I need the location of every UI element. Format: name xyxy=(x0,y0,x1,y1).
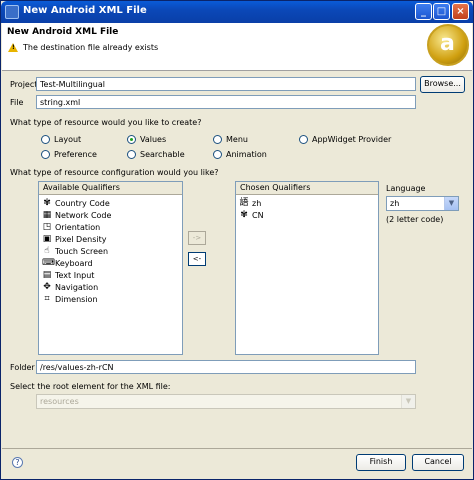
wizard-header: New Android XML File ! The destination f… xyxy=(2,23,472,71)
language-combo[interactable]: zh ▼ xyxy=(386,196,459,211)
list-item[interactable]: 語 zh xyxy=(239,197,261,209)
radio-animation[interactable]: Animation xyxy=(213,148,267,160)
navigation-icon: ✥ xyxy=(43,282,51,292)
title-bar[interactable]: New Android XML File _ □ × xyxy=(1,1,473,23)
list-item[interactable]: ◳ Orientation xyxy=(42,221,100,233)
available-qualifiers-header: Available Qualifiers xyxy=(39,182,182,195)
radio-preference[interactable]: Preference xyxy=(41,148,97,160)
radio-indicator[interactable] xyxy=(41,149,50,159)
close-button[interactable]: × xyxy=(452,3,469,20)
add-qualifier-button[interactable]: -> xyxy=(188,231,206,245)
config-question: What type of resource configuration woul… xyxy=(10,168,219,177)
keyboard-icon: ⌨ xyxy=(42,258,55,268)
chosen-qualifiers-header: Chosen Qualifiers xyxy=(236,182,378,195)
project-label: Project xyxy=(10,80,38,89)
list-item[interactable]: ☝ Touch Screen xyxy=(42,245,108,257)
available-qualifiers-list[interactable]: Available Qualifiers ✾ Country Code ▦ Netw… xyxy=(38,181,183,355)
root-element-label: Select the root element for the XML file… xyxy=(10,382,171,391)
text-input-icon: ▤ xyxy=(42,270,52,280)
dialog-window: New Android XML File _ □ × New Android X… xyxy=(0,0,474,480)
language-icon: 語 xyxy=(239,198,249,208)
touchscreen-icon: ☝ xyxy=(44,246,50,256)
maximize-button[interactable]: □ xyxy=(433,3,450,20)
radio-values[interactable]: Values xyxy=(127,133,166,145)
orientation-icon: ◳ xyxy=(42,222,52,232)
radio-indicator[interactable] xyxy=(213,149,222,159)
list-item[interactable]: ▦ Network Code xyxy=(42,209,112,221)
minimize-button[interactable]: _ xyxy=(415,3,432,20)
language-label: Language xyxy=(386,184,426,193)
window-title: New Android XML File xyxy=(23,5,147,16)
list-item[interactable]: ✾ CN xyxy=(239,209,263,221)
chevron-down-icon[interactable]: ▼ xyxy=(444,197,458,210)
footer-divider xyxy=(2,448,472,449)
radio-indicator-selected[interactable] xyxy=(127,134,136,144)
radio-layout[interactable]: Layout xyxy=(41,133,81,145)
cancel-button[interactable]: Cancel xyxy=(412,454,464,471)
remove-qualifier-button[interactable]: <- xyxy=(188,252,206,266)
chosen-qualifiers-list[interactable]: Chosen Qualifiers 語 zh ✾ CN xyxy=(235,181,379,355)
density-icon: ▣ xyxy=(42,234,52,244)
globe-icon: ✾ xyxy=(240,210,248,220)
wizard-message: The destination file already exists xyxy=(23,43,159,52)
wizard-title: New Android XML File xyxy=(7,27,119,37)
browse-button[interactable]: Browse... xyxy=(420,76,465,93)
project-field[interactable]: Test-Multilingual xyxy=(36,77,416,91)
file-label: File xyxy=(10,98,24,107)
folder-field[interactable]: /res/values-zh-rCN xyxy=(36,360,416,374)
language-hint: (2 letter code) xyxy=(386,215,444,224)
list-item[interactable]: ⌗ Dimension xyxy=(42,293,97,305)
list-item[interactable]: ✥ Navigation xyxy=(42,281,98,293)
globe-icon: ✾ xyxy=(43,198,51,208)
language-value: zh xyxy=(390,199,400,208)
root-element-value: resources xyxy=(40,397,79,406)
list-item[interactable]: ▣ Pixel Density xyxy=(42,233,107,245)
radio-menu[interactable]: Menu xyxy=(213,133,248,145)
radio-indicator[interactable] xyxy=(299,134,308,144)
network-icon: ▦ xyxy=(42,210,52,220)
root-element-combo: resources ▼ xyxy=(36,394,416,409)
list-item[interactable]: ⌨ Keyboard xyxy=(42,257,93,269)
list-item[interactable]: ▤ Text Input xyxy=(42,269,95,281)
radio-searchable[interactable]: Searchable xyxy=(127,148,185,160)
resource-question: What type of resource would you like to … xyxy=(10,118,202,127)
eclipse-app-icon xyxy=(5,5,19,19)
warning-icon: ! xyxy=(8,43,18,52)
help-icon[interactable]: ? xyxy=(12,457,23,468)
radio-indicator[interactable] xyxy=(127,149,136,159)
list-item[interactable]: ✾ Country Code xyxy=(42,197,110,209)
android-wizard-logo: a xyxy=(427,24,469,66)
radio-appwidget-provider[interactable]: AppWidget Provider xyxy=(299,133,391,145)
radio-indicator[interactable] xyxy=(41,134,50,144)
chevron-down-icon: ▼ xyxy=(401,395,415,408)
radio-indicator[interactable] xyxy=(213,134,222,144)
file-field[interactable]: string.xml xyxy=(36,95,416,109)
finish-button[interactable]: Finish xyxy=(356,454,406,471)
folder-label: Folder xyxy=(10,363,35,372)
dimension-icon: ⌗ xyxy=(44,294,50,304)
